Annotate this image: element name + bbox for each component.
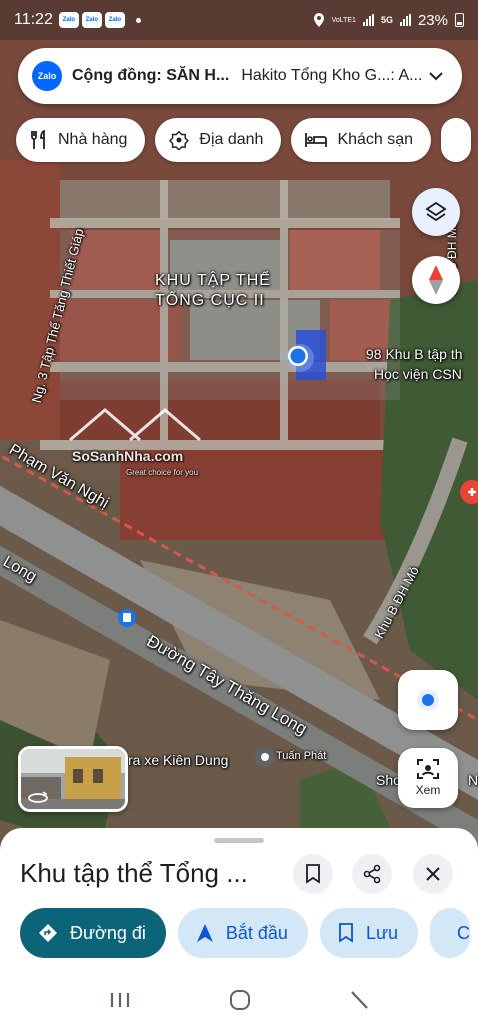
view-button[interactable]: Xem	[398, 748, 458, 808]
system-nav-bar	[0, 976, 478, 1024]
share-icon	[363, 864, 381, 884]
chevron-down-icon[interactable]	[424, 64, 448, 88]
network-label-2: 5G	[380, 15, 393, 25]
bed-icon	[305, 133, 328, 147]
zalo-notification-icon: Zalo	[81, 12, 102, 28]
map-label-n: N	[468, 772, 478, 788]
close-icon	[426, 867, 440, 881]
battery-percent: 23%	[417, 11, 448, 29]
view-label: Xem	[415, 783, 441, 797]
my-location-button[interactable]	[398, 670, 458, 730]
rotate-360-icon	[28, 791, 48, 803]
fork-knife-icon	[31, 130, 45, 149]
compass-icon	[429, 265, 443, 295]
back-icon[interactable]	[349, 990, 369, 1010]
map-label-area-line2: TỔNG CỤC II	[155, 292, 265, 309]
place-bottom-sheet[interactable]: Khu tập thể Tổng ... Đường đi Bắt đầu Lư…	[0, 828, 478, 976]
save-button[interactable]: Lưu	[319, 908, 419, 958]
landmark-icon	[169, 130, 190, 150]
layers-icon	[425, 201, 447, 222]
search-bar[interactable]: Zalo Cộng đồng: SĂN H... Hakito Tổng Kho…	[18, 48, 462, 104]
location-icon	[313, 13, 324, 27]
signal-icon	[362, 14, 374, 26]
street-view-thumbnail[interactable]	[18, 746, 128, 812]
layers-button[interactable]	[412, 188, 460, 236]
status-time: 11:22	[14, 11, 53, 28]
my-location-icon	[417, 689, 439, 711]
share-action-label: C	[457, 922, 471, 943]
save-place-button[interactable]	[293, 854, 333, 894]
map-label-poi-line1: 98 Khu B tập th	[366, 346, 463, 362]
signal-icon	[399, 14, 411, 26]
map-label-kien-dung: ra xe Kiên Dung	[128, 752, 229, 768]
map-label-poi-line2: Học viện CSN	[374, 366, 462, 382]
share-button[interactable]	[352, 854, 392, 894]
chip-label: Khách sạn	[337, 131, 414, 148]
share-icon	[444, 932, 445, 934]
map-label-tuan-phat: Tuấn Phát	[276, 750, 327, 762]
zalo-notification-icon: Zalo	[104, 12, 125, 28]
zalo-app-icon: Zalo	[32, 61, 62, 91]
place-title: Khu tập thể Tổng ...	[20, 858, 248, 888]
recent-apps-icon[interactable]	[109, 990, 131, 1010]
watermark-main: SoSanhNha.com	[72, 448, 184, 464]
chip-label: Địa danh	[199, 131, 264, 148]
search-title: Cộng đồng: SĂN H...	[72, 67, 230, 84]
compass-button[interactable]	[412, 256, 460, 304]
chip-more[interactable]	[441, 118, 472, 162]
share-action-button[interactable]: C	[430, 908, 471, 958]
search-subtitle: Hakito Tổng Kho G...: A...	[241, 67, 423, 84]
start-label: Bắt đầu	[225, 922, 288, 943]
zalo-notification-icon: Zalo	[58, 12, 79, 28]
scan-view-icon	[417, 759, 439, 779]
navigation-arrow-icon	[196, 924, 213, 942]
action-buttons: Đường đi Bắt đầu Lưu C	[20, 908, 471, 958]
home-icon[interactable]	[229, 989, 251, 1011]
map-label-area-line1: KHU TẬP THỂ	[155, 272, 271, 289]
directions-button[interactable]: Đường đi	[20, 908, 166, 958]
chip-restaurants[interactable]: Nhà hàng	[16, 118, 146, 162]
category-chips: Nhà hàng Địa danh Khách sạn	[16, 118, 472, 162]
watermark-sub: Great choice for you	[126, 468, 199, 477]
close-button[interactable]	[413, 854, 453, 894]
chip-label: Nhà hàng	[58, 131, 128, 148]
bookmark-icon	[339, 923, 353, 943]
chip-landmarks[interactable]: Địa danh	[155, 118, 282, 162]
directions-icon	[39, 924, 57, 942]
network-label-1: VoLTE1	[331, 16, 356, 24]
sheet-drag-handle[interactable]	[214, 838, 264, 843]
status-bar: 11:22 Zalo Zalo Zalo VoLTE1 5G 23%	[0, 0, 478, 40]
directions-label: Đường đi	[70, 922, 146, 943]
more-notifications-dot	[135, 17, 141, 23]
battery-icon	[455, 13, 464, 27]
bookmark-icon	[306, 864, 320, 884]
start-button[interactable]: Bắt đầu	[177, 908, 308, 958]
save-label: Lưu	[365, 922, 399, 943]
chip-hotels[interactable]: Khách sạn	[291, 118, 432, 162]
